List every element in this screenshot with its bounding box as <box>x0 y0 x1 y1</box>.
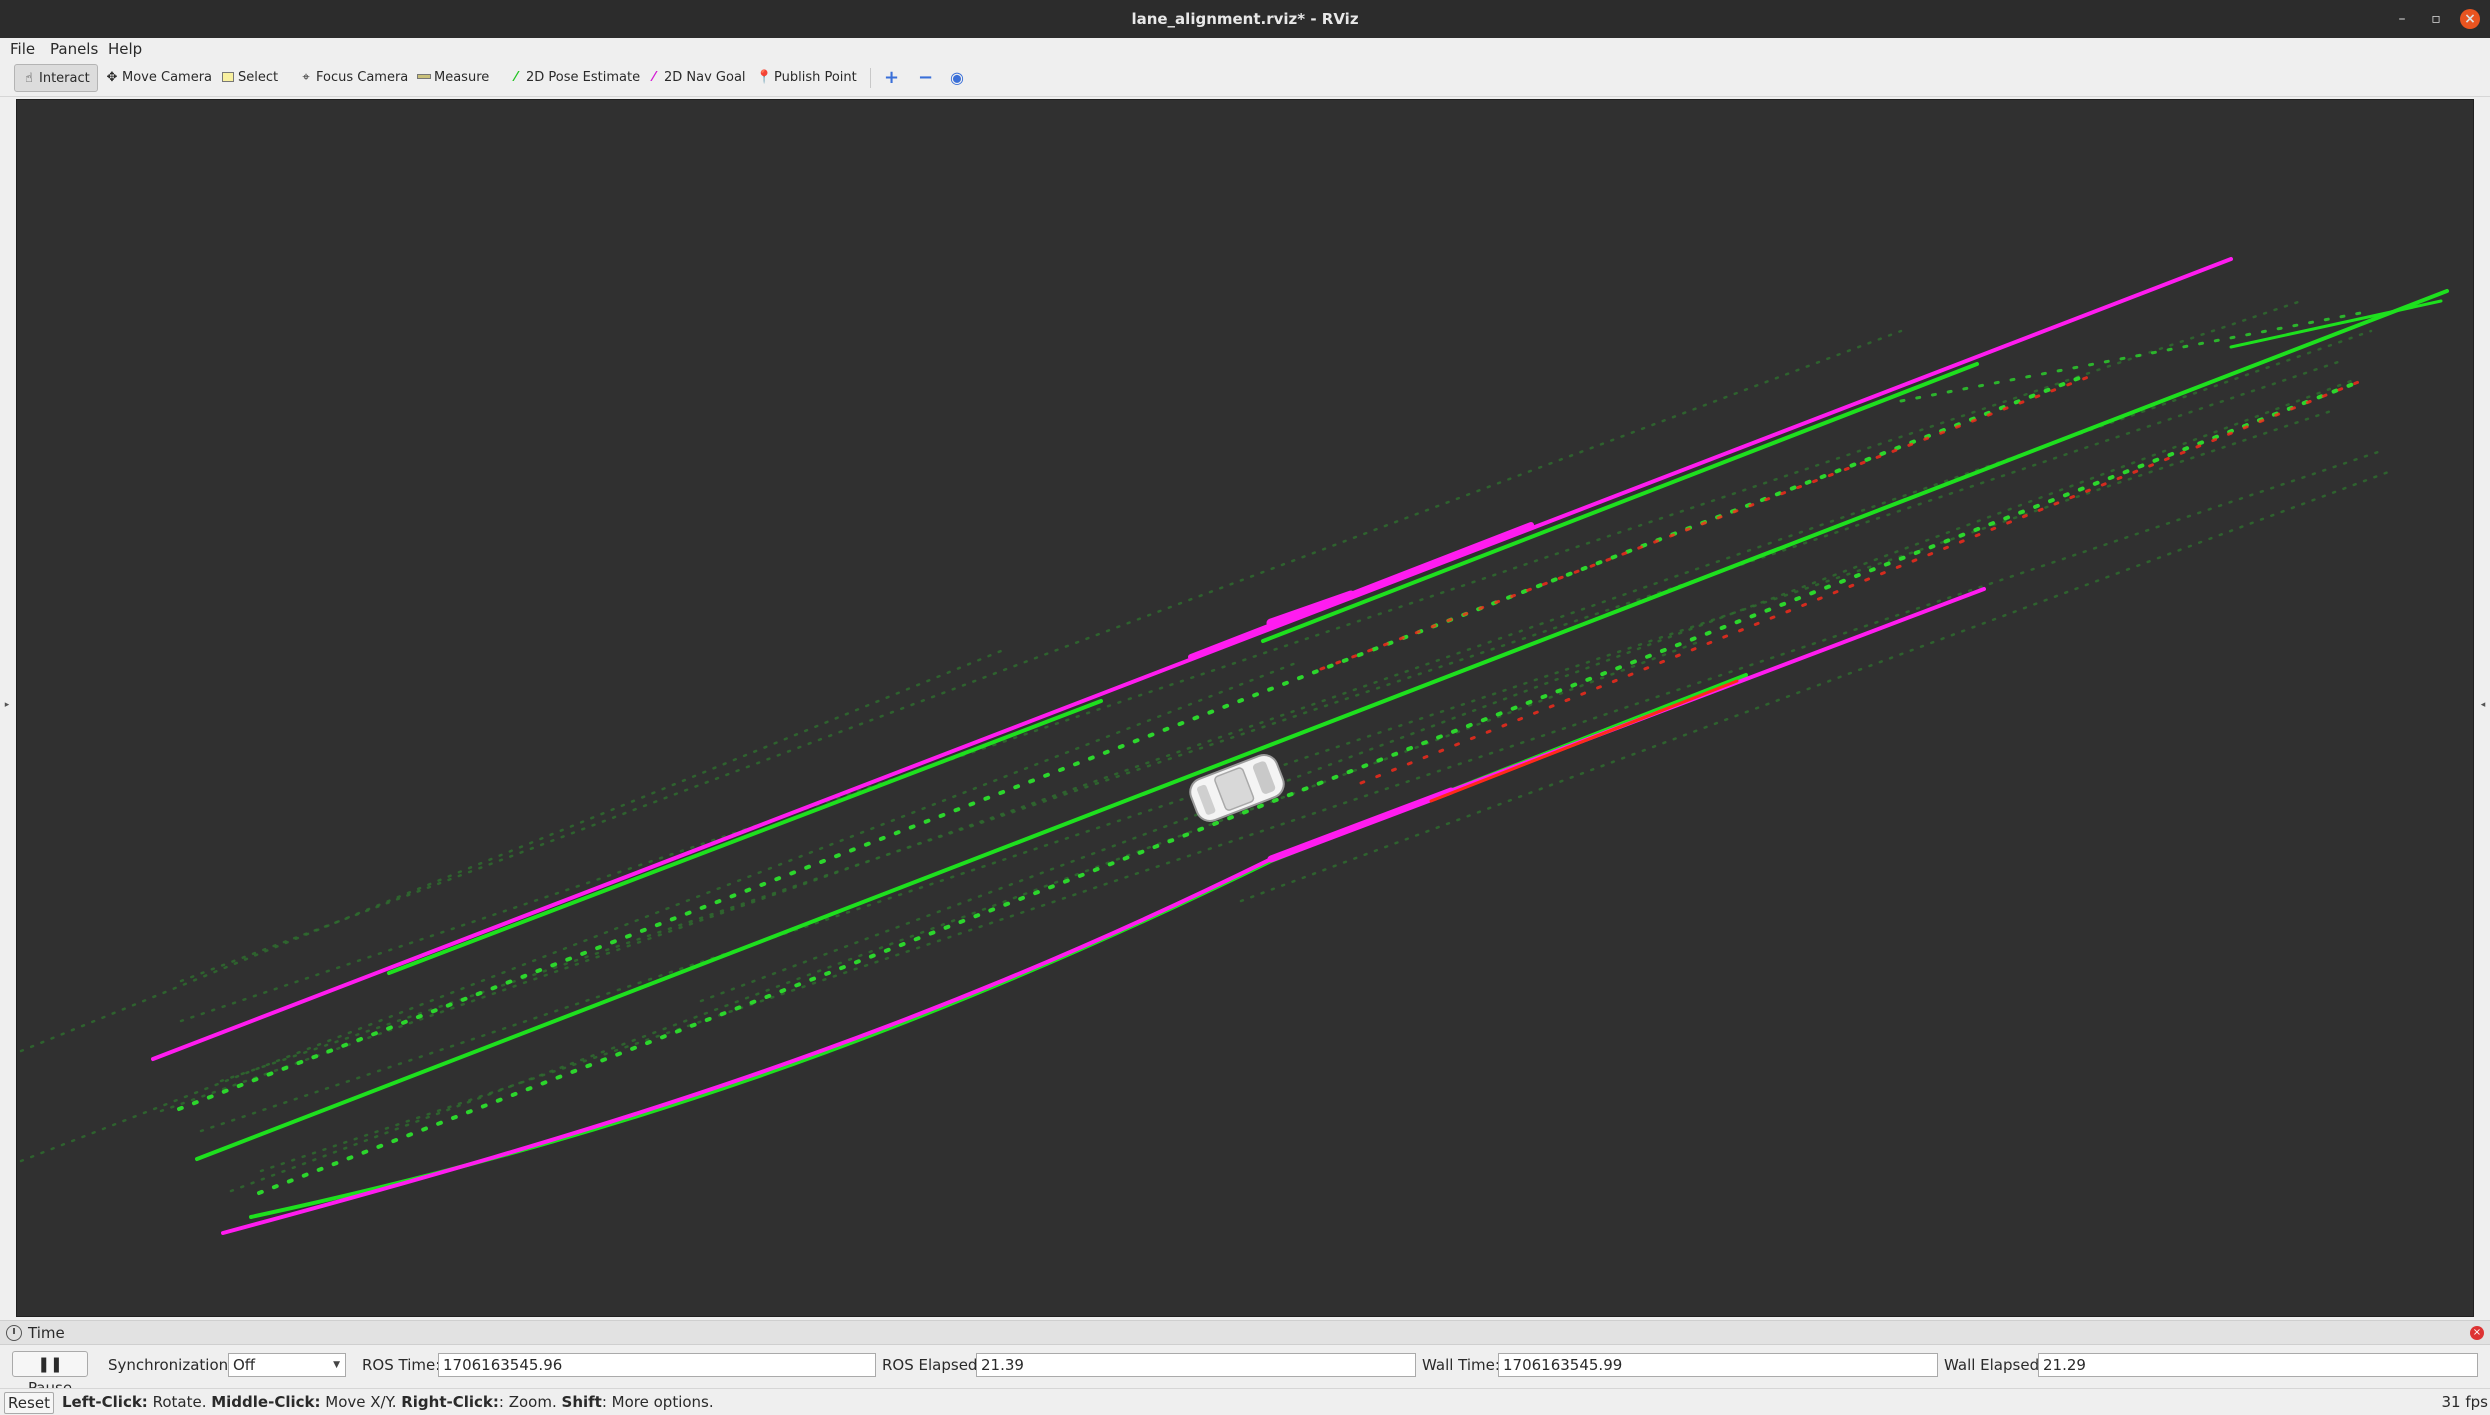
dim-trail <box>19 659 1303 1163</box>
left-dock-splitter[interactable]: ▸ <box>0 98 15 1318</box>
menu-file[interactable]: File <box>10 40 35 58</box>
right-boundary-overlap <box>1267 787 1455 863</box>
dim-trail <box>699 379 2353 1003</box>
select-label: Select <box>238 70 279 85</box>
lane-center-line <box>195 289 2449 1161</box>
right-click-desc: : Zoom. <box>498 1393 562 1411</box>
measure-label: Measure <box>434 70 490 85</box>
render-viewport[interactable] <box>16 99 2474 1317</box>
vehicle-model <box>1189 754 1285 822</box>
lane-left-line <box>387 699 1103 975</box>
menu-help[interactable]: Help <box>108 40 142 58</box>
wall-elapsed-field[interactable]: 21.29 <box>2038 1353 2478 1377</box>
dim-trail <box>179 329 1903 983</box>
left-boundary-overlap <box>1188 522 1534 660</box>
remove-tool-button[interactable]: − <box>912 64 937 92</box>
green-arrow-icon: ⁄ <box>514 70 518 85</box>
magenta-arrow-icon: ⁄ <box>652 70 656 85</box>
right-dock-splitter[interactable]: ◂ <box>2476 98 2490 1318</box>
dim-point-trails <box>19 299 2393 1193</box>
window-titlebar: lane_alignment.rviz* - RViz – ▫ × <box>0 0 2490 38</box>
publish-point-label: Publish Point <box>774 70 857 85</box>
dim-trail <box>229 639 1703 1193</box>
lane-right-upper-line <box>2229 299 2443 349</box>
status-help-text: Left-Click: Rotate. Middle-Click: Move X… <box>62 1393 714 1411</box>
shift-key: Shift <box>561 1393 602 1411</box>
pause-icon: ❚❚ <box>37 1355 63 1373</box>
lane-line-markers <box>151 257 2449 1235</box>
lane-point-markers <box>177 309 2373 1195</box>
expand-left-icon: ▸ <box>4 700 10 710</box>
time-panel-title: Time <box>28 1324 65 1342</box>
wall-time-field[interactable]: 1706163545.99 <box>1498 1353 1938 1377</box>
middle-click-desc: Move X/Y. <box>320 1393 402 1411</box>
maximize-button[interactable]: ▫ <box>2426 9 2446 29</box>
interact-tool-button[interactable]: ☝ Interact <box>14 64 98 92</box>
select-icon <box>220 64 236 92</box>
add-tool-button[interactable]: + <box>878 64 903 92</box>
synchronization-label: Synchronization: <box>108 1356 234 1374</box>
2d-pose-estimate-tool-button[interactable]: ⁄ 2D Pose Estimate <box>502 64 644 92</box>
ros-time-field[interactable]: 1706163545.96 <box>438 1353 876 1377</box>
pin-icon: 📍 <box>756 70 773 85</box>
close-window-button[interactable]: × <box>2460 9 2480 29</box>
lane-dotted-red-right <box>1359 379 2363 785</box>
2d-nav-goal-tool-button[interactable]: ⁄ 2D Nav Goal <box>640 64 750 92</box>
publish-point-tool-button[interactable]: 📍 Publish Point <box>750 64 861 92</box>
wall-elapsed-label: Wall Elapsed: <box>1944 1356 2045 1374</box>
middle-click-key: Middle-Click: <box>211 1393 321 1411</box>
chevron-down-icon: ▼ <box>333 1360 340 1370</box>
lane-dotted-right <box>257 379 2363 1195</box>
pause-button[interactable]: ❚❚ Pause <box>12 1351 88 1397</box>
move-camera-tool-button[interactable]: ✥ Move Camera <box>98 64 216 92</box>
fps-counter: 31 fps <box>2441 1393 2488 1411</box>
measure-tool-button[interactable]: Measure <box>410 64 493 92</box>
pose-estimate-label: 2D Pose Estimate <box>526 70 641 85</box>
hand-icon: ☝ <box>25 71 33 86</box>
select-tool-button[interactable]: Select <box>214 64 282 92</box>
minimize-button[interactable]: – <box>2392 9 2412 29</box>
left-click-desc: Rotate. <box>147 1393 212 1411</box>
synchronization-value: Off <box>233 1356 256 1374</box>
shift-desc: : More options. <box>601 1393 714 1411</box>
menu-panels[interactable]: Panels <box>50 40 98 58</box>
reset-button[interactable]: Reset <box>4 1392 54 1414</box>
focus-camera-label: Focus Camera <box>316 70 409 85</box>
close-panel-icon[interactable]: × <box>2470 1326 2484 1340</box>
tools-toolbar: ☝ Interact ✥ Move Camera Select ⌖ Focus Cam… <box>0 60 2490 97</box>
lane-right-line <box>249 673 1748 1219</box>
ros-time-label: ROS Time: <box>362 1356 441 1374</box>
clock-icon <box>6 1325 22 1341</box>
tool-properties-button[interactable]: ◉ <box>944 64 968 92</box>
interact-label: Interact <box>39 71 90 86</box>
left-boundary-overlap-2 <box>1266 590 1356 628</box>
wall-time-label: Wall Time: <box>1422 1356 1500 1374</box>
ruler-icon <box>416 64 432 92</box>
dim-trail <box>219 359 2343 1083</box>
status-bar: Reset Left-Click: Rotate. Middle-Click: … <box>0 1388 2490 1415</box>
time-panel-header: Time × <box>0 1321 2490 1345</box>
window-title: lane_alignment.rviz* - RViz <box>1131 10 1359 28</box>
move-icon: ✥ <box>106 70 118 85</box>
menubar: File Panels Help <box>0 38 2490 60</box>
focus-icon: ⌖ <box>302 70 310 85</box>
ros-elapsed-label: ROS Elapsed: <box>882 1356 983 1374</box>
red-lane-segment <box>1429 679 1739 803</box>
dim-trail <box>259 449 2383 1173</box>
expand-right-icon: ◂ <box>2480 700 2486 710</box>
toolbar-separator <box>870 68 871 88</box>
left-click-key: Left-Click: <box>62 1393 148 1411</box>
synchronization-select[interactable]: Off ▼ <box>228 1353 346 1377</box>
nav-goal-label: 2D Nav Goal <box>664 70 746 85</box>
scene-canvas <box>19 257 2449 1235</box>
dim-trail <box>179 299 2303 1023</box>
right-click-key: Right-Click: <box>401 1393 499 1411</box>
focus-camera-tool-button[interactable]: ⌖ Focus Camera <box>292 64 412 92</box>
time-panel: Time × ❚❚ Pause Synchronization: Off ▼ R… <box>0 1320 2490 1397</box>
ros-elapsed-field[interactable]: 21.39 <box>976 1353 1416 1377</box>
lane-left-upper-line <box>1261 362 1979 643</box>
move-camera-label: Move Camera <box>122 70 213 85</box>
